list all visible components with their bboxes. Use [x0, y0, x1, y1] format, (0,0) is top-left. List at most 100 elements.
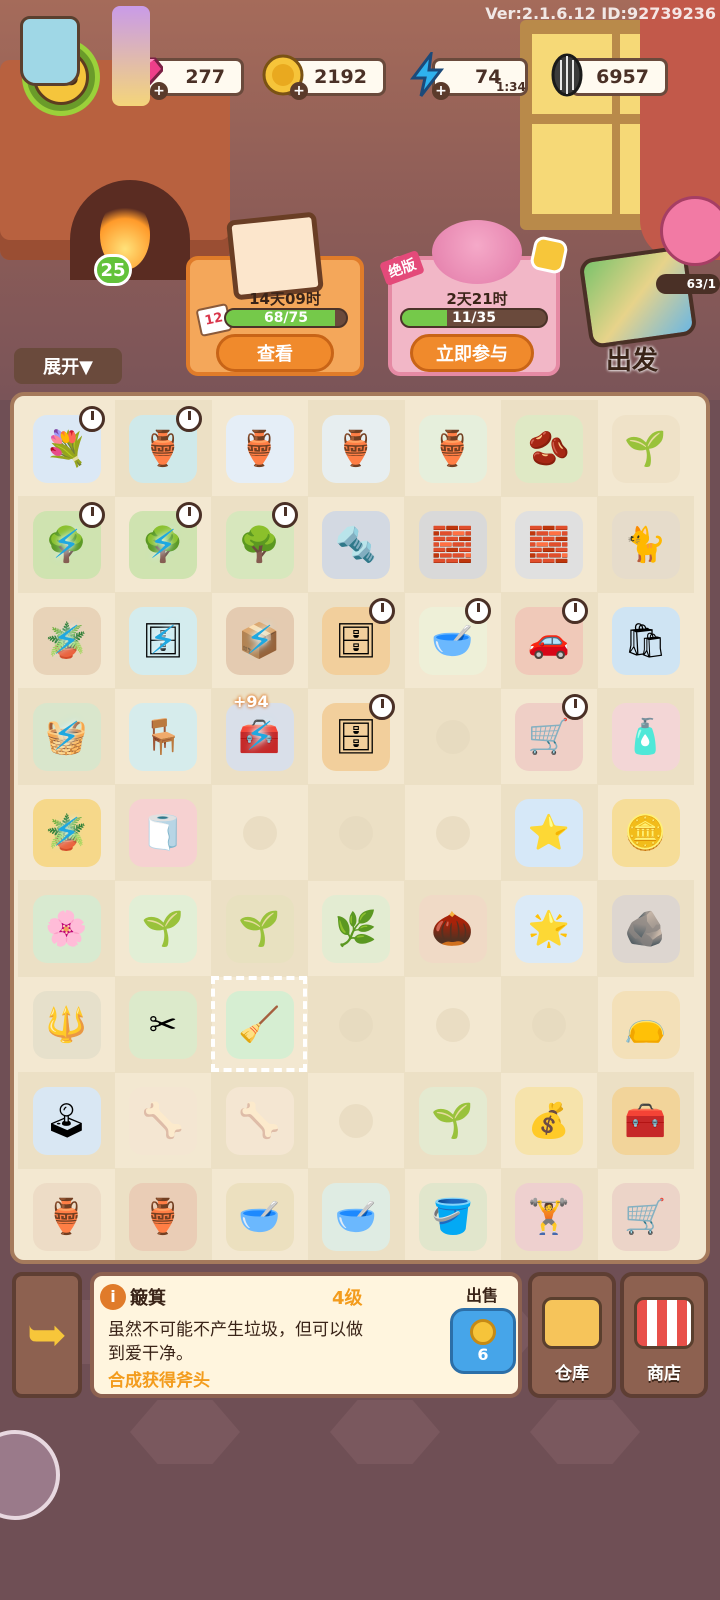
board-cell[interactable]: 🌱: [115, 880, 212, 977]
shop-button[interactable]: 商店: [620, 1272, 708, 1398]
board-cell[interactable]: 🪣: [404, 1168, 501, 1260]
board-cell[interactable]: 🏺: [307, 400, 405, 497]
board-cell[interactable]: 🪑: [115, 688, 212, 785]
badge-star-icon[interactable]: 🌟: [515, 894, 583, 963]
warehouse-button[interactable]: 仓库: [528, 1272, 616, 1398]
board-cell[interactable]: 🏺: [18, 1168, 115, 1260]
metal-rods-icon[interactable]: 🔩: [322, 510, 390, 579]
board-cell[interactable]: 🧻: [114, 784, 212, 881]
board-cell[interactable]: 🌳: [211, 496, 308, 593]
stars-icon[interactable]: ⭐: [515, 798, 583, 867]
broken-pot-icon[interactable]: 🏺: [129, 1182, 197, 1251]
rock-gold-icon[interactable]: 🪨: [611, 894, 680, 963]
dumbbells-icon[interactable]: 🏋: [515, 1182, 583, 1251]
board-cell[interactable]: 🔩: [308, 496, 405, 593]
board-cell[interactable]: 🪴 ⚡: [18, 592, 115, 689]
plant-pot-icon[interactable]: 🌱: [418, 1086, 487, 1155]
board-cell[interactable]: 🔱: [18, 976, 115, 1073]
towel-icon[interactable]: 🧻: [129, 798, 197, 867]
spray-bottle-icon[interactable]: 🧴: [611, 702, 680, 771]
board-cell[interactable]: 🧱: [404, 496, 501, 593]
board-cell[interactable]: ✂: [114, 976, 212, 1073]
album-event-card[interactable]: 12 14天09时 68/75 查看: [186, 211, 364, 376]
seed-bag-icon[interactable]: 👝: [611, 990, 680, 1059]
board-cell[interactable]: 🌱: [597, 400, 694, 497]
board-cell[interactable]: 🧴: [597, 688, 694, 785]
board-cell[interactable]: 🏺: [211, 400, 308, 497]
view-button[interactable]: 查看: [216, 334, 334, 372]
add-energy-icon[interactable]: +: [432, 82, 450, 100]
board-cell[interactable]: 🌳 ⚡: [18, 496, 115, 593]
board-cell[interactable]: 🦴: [115, 1072, 212, 1169]
planter-sprout-icon[interactable]: 🌱: [129, 894, 197, 963]
board-cell[interactable]: 🦴: [211, 1072, 308, 1169]
board-cell[interactable]: 🛍: [597, 592, 694, 689]
back-button[interactable]: ➥: [12, 1272, 82, 1398]
board-cell[interactable]: 🥣: [307, 1168, 405, 1260]
vase-plain-icon[interactable]: 🏺: [418, 414, 487, 483]
board-cell[interactable]: 🧰: [597, 1072, 694, 1169]
seeds-icon[interactable]: 🌰: [418, 894, 487, 963]
board-cell[interactable]: [404, 784, 501, 881]
bone-icon[interactable]: 🦴: [129, 1086, 197, 1155]
board-cell[interactable]: 🏋: [500, 1168, 598, 1260]
black-cat-icon[interactable]: 🐈: [611, 510, 680, 579]
board-cell[interactable]: 🐈: [597, 496, 694, 593]
board-cell[interactable]: 🗄: [307, 592, 405, 689]
add-coins-icon[interactable]: +: [290, 82, 308, 100]
board-cell[interactable]: 🌸: [18, 880, 115, 977]
board-cell[interactable]: 🏺: [114, 400, 212, 497]
board-cell[interactable]: 🛒: [597, 1168, 694, 1260]
board-cell[interactable]: [211, 784, 308, 881]
board-cell[interactable]: 🏺: [114, 1168, 212, 1260]
cracked-bowl-icon[interactable]: 🥣: [225, 1182, 294, 1251]
board-cell[interactable]: [404, 976, 501, 1073]
sapling-icon[interactable]: 🌱: [611, 414, 680, 483]
bags-icon[interactable]: 🛍: [611, 606, 680, 675]
go-button[interactable]: 出发: [606, 340, 658, 377]
board-cell[interactable]: 👝: [597, 976, 694, 1073]
vase-blue-icon[interactable]: 🏺: [225, 414, 294, 483]
board-cell[interactable]: 🗄: [308, 688, 405, 785]
sell-button[interactable]: 6: [450, 1308, 516, 1374]
board-cell[interactable]: 🌱: [404, 1072, 501, 1169]
board-cell[interactable]: 🧰 ⚡ +94: [211, 688, 308, 785]
board-cell[interactable]: [500, 976, 598, 1073]
beans-icon[interactable]: 🫘: [515, 414, 583, 483]
board-cell[interactable]: 🥣: [404, 592, 501, 689]
board-cell[interactable]: 🌱: [211, 880, 308, 977]
pruner-icon[interactable]: ✂: [129, 990, 197, 1059]
green-bowl-icon[interactable]: 🥣: [322, 1182, 390, 1251]
planter-seed-icon[interactable]: 🌱: [225, 894, 294, 963]
board-cell[interactable]: 🪨: [597, 880, 694, 977]
cart-icon[interactable]: 🛒: [611, 1182, 680, 1251]
expand-button[interactable]: 展开▼: [14, 348, 122, 384]
board-cell[interactable]: 🌰: [404, 880, 501, 977]
info-icon[interactable]: i: [100, 1284, 126, 1310]
board-cell[interactable]: 🏺: [404, 400, 501, 497]
metal-ingot-icon[interactable]: 🧱: [515, 510, 583, 579]
pitchfork-icon[interactable]: 🔱: [32, 990, 101, 1059]
bones-icon[interactable]: 🦴: [225, 1086, 294, 1155]
board-cell[interactable]: 🫘: [500, 400, 598, 497]
board-cell[interactable]: 🧱: [501, 496, 598, 593]
board-cell[interactable]: 🗄 ⚡: [114, 592, 212, 689]
board-cell[interactable]: 🛒: [501, 688, 598, 785]
board-cell[interactable]: 💰: [501, 1072, 598, 1169]
board-cell[interactable]: 🧺 ⚡: [18, 688, 115, 785]
board-cell[interactable]: 🌿: [308, 880, 405, 977]
board-cell[interactable]: [307, 976, 405, 1073]
coins-icon[interactable]: 🪙: [611, 798, 680, 867]
toolbox-icon[interactable]: 🧰: [611, 1086, 680, 1155]
join-now-button[interactable]: 立即参与: [410, 334, 534, 372]
board-cell[interactable]: 🕹: [18, 1072, 115, 1169]
board-cell[interactable]: 🚗: [500, 592, 598, 689]
flower-plant-icon[interactable]: 🌿: [322, 894, 390, 963]
board-cell[interactable]: 🥣: [211, 1168, 308, 1260]
board-cell[interactable]: [308, 1072, 405, 1169]
board-cell[interactable]: [404, 688, 501, 785]
board-cell[interactable]: 🌳 ⚡: [115, 496, 212, 593]
arcade-icon[interactable]: 🕹: [32, 1086, 101, 1155]
board-cell[interactable]: 🌟: [501, 880, 598, 977]
stool-icon[interactable]: 🪑: [129, 702, 197, 771]
